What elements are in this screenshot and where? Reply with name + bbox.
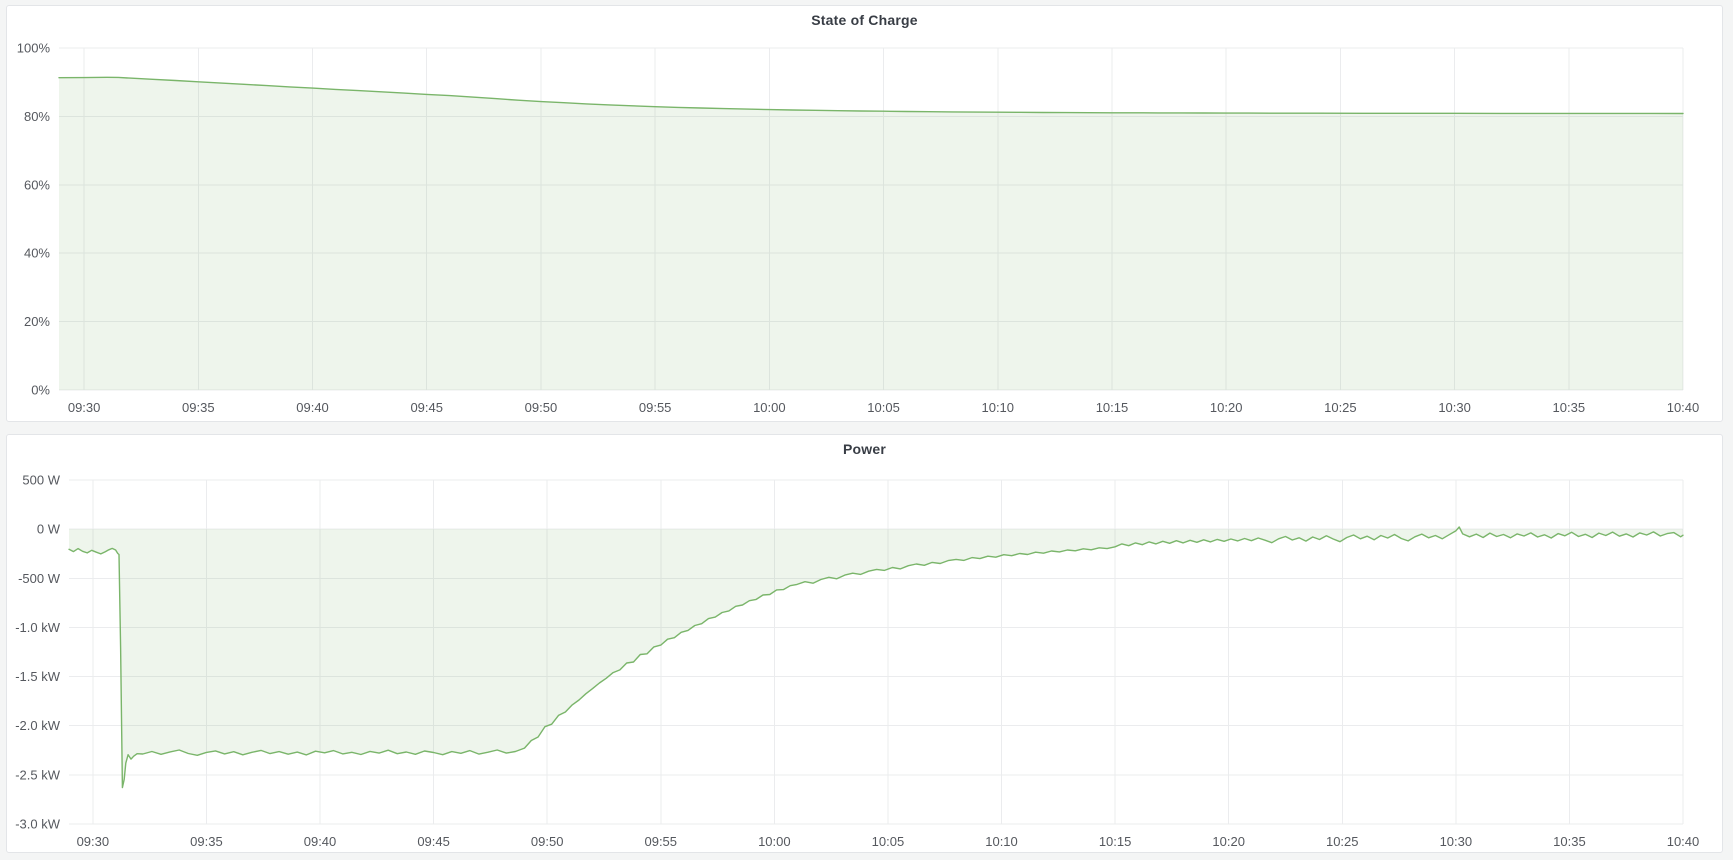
y-tick-label: 40% [24,246,50,261]
y-tick-label: 80% [24,109,50,124]
x-tick-label: 09:40 [304,834,337,849]
x-tick-label: 09:55 [639,400,672,415]
y-tick-label: -1.0 kW [15,620,61,635]
x-tick-label: 09:35 [182,400,215,415]
x-tick-label: 10:10 [985,834,1018,849]
x-tick-label: 10:25 [1324,400,1357,415]
y-tick-label: 20% [24,314,50,329]
x-tick-label: 10:35 [1553,400,1586,415]
x-tick-label: 09:50 [531,834,564,849]
y-tick-label: -1.5 kW [15,669,61,684]
area-fill [69,527,1683,788]
x-tick-label: 10:05 [872,834,905,849]
x-tick-label: 10:00 [753,400,786,415]
x-tick-label: 10:30 [1440,834,1473,849]
x-tick-label: 10:05 [867,400,900,415]
x-tick-label: 09:30 [77,834,110,849]
x-tick-label: 10:20 [1210,400,1243,415]
y-tick-label: -500 W [18,571,61,586]
y-tick-label: -2.0 kW [15,718,61,733]
x-tick-label: 09:35 [190,834,223,849]
y-tick-label: 0 W [37,522,61,537]
x-tick-label: 09:50 [525,400,558,415]
area-fill [59,77,1683,390]
x-tick-label: 09:45 [417,834,450,849]
x-tick-label: 09:45 [410,400,443,415]
x-tick-label: 09:55 [644,834,677,849]
x-tick-label: 10:40 [1667,834,1700,849]
power-chart[interactable]: 500 W 0 W -500 W -1.0 kW -1.5 kW -2.0 kW -2.5 … [7,435,1722,852]
y-tick-label: 500 W [22,473,60,488]
x-tick-label: 09:30 [68,400,101,415]
x-tick-label: 10:15 [1099,834,1132,849]
x-tick-label: 10:10 [981,400,1014,415]
x-tick-label: 10:00 [758,834,791,849]
x-tick-label: 10:25 [1326,834,1359,849]
x-tick-label: 10:20 [1212,834,1245,849]
x-tick-label: 10:40 [1667,400,1700,415]
y-tick-label: 100% [17,41,51,56]
panel-power: Power 500 W 0 W -500 W -1.0 kW -1.5 kW -2.0 k… [6,434,1723,853]
x-tick-label: 10:35 [1553,834,1586,849]
x-tick-label: 09:40 [296,400,329,415]
panel-title-power[interactable]: Power [7,441,1722,457]
y-tick-label: -2.5 kW [15,767,61,782]
panel-title-state-of-charge[interactable]: State of Charge [7,12,1722,28]
x-tick-label: 10:15 [1096,400,1129,415]
soc-chart[interactable]: 100% 80% 60% 40% 20% 0% 09:30 09:35 09:40 09:45 09… [7,6,1722,421]
y-tick-label: -3.0 kW [15,817,61,832]
y-tick-label: 60% [24,177,50,192]
panel-state-of-charge: State of Charge 100% 80% 60% 40% 20% 0% 09:30 0… [6,5,1723,422]
x-tick-label: 10:30 [1438,400,1471,415]
y-tick-label: 0% [31,383,50,398]
